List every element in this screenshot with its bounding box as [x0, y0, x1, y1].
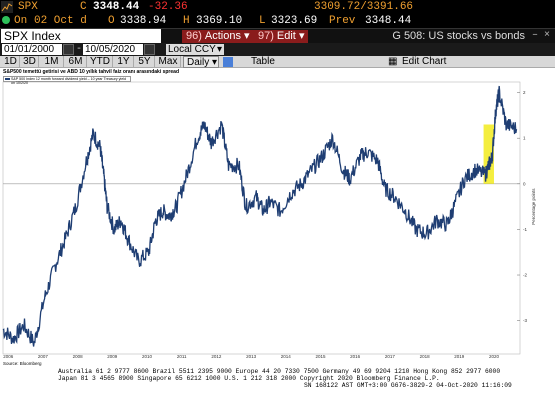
x-tick-label: 2015: [315, 354, 326, 359]
high-label: H: [183, 15, 190, 27]
on-label: On: [14, 15, 28, 27]
x-tick-label: 2011: [177, 354, 187, 359]
y-tick-label: -2: [523, 273, 527, 278]
x-tick-label: 2007: [38, 354, 49, 359]
table-button[interactable]: Table: [251, 56, 275, 68]
chart-legend: S&P 500 Index 12 month forward dividend …: [3, 76, 131, 85]
period-5y-button[interactable]: 5Y: [135, 56, 155, 68]
title-bar: SPX Index 96) Actions ▾ 97) Edit ▾ G 508: …: [0, 28, 555, 44]
ticker-label: SPX: [18, 1, 38, 13]
actions-number: 96): [186, 30, 202, 42]
calendar-icon[interactable]: [144, 44, 155, 55]
low-value: 3323.69: [271, 15, 318, 27]
chart-area: 2006 2007 2008 2009 2010 2011 2012 2013 2014 2015…: [0, 68, 555, 368]
x-tick-label: 2008: [73, 354, 84, 359]
x-tick-label: 2019: [454, 354, 465, 359]
chevron-down-icon: ▾: [298, 30, 305, 42]
x-tick-label: 2006: [3, 354, 14, 359]
quote-row-2: On 02 Oct d O 3338.94 H 3369.10 L 3323.6…: [0, 14, 555, 28]
currency-select[interactable]: Local CCY ▾: [166, 44, 224, 55]
close-label: C: [80, 1, 87, 13]
security-chart-icon[interactable]: [1, 1, 13, 13]
chevron-down-icon: ▾: [216, 44, 222, 55]
x-tick-label: 2009: [107, 354, 118, 359]
series-line: [2, 85, 518, 347]
x-tick-label: 2017: [385, 354, 396, 359]
actions-label: Actions: [204, 30, 241, 42]
legend-swatch: [5, 78, 10, 80]
open-value: 3338.94: [120, 15, 167, 27]
low-label: L: [259, 15, 266, 27]
x-tick-label: 2016: [350, 354, 361, 359]
prev-label: Prev: [329, 15, 356, 27]
terminal-window: SPX C 3348.44 -32.36 3309.72/3391.66 On …: [0, 0, 555, 400]
y-tick-label: 0: [523, 181, 526, 186]
range-dash: -: [76, 44, 83, 55]
actions-menu-button[interactable]: 96) Actions ▾: [182, 30, 254, 43]
line-chart: 2006 2007 2008 2009 2010 2011 2012 2013 2014 2015…: [2, 81, 536, 359]
period-1y-button[interactable]: 1Y: [114, 56, 134, 68]
period-1m-button[interactable]: 1M: [40, 56, 64, 68]
y-tick-label: -3: [523, 318, 527, 323]
y-tick-label: 2: [523, 90, 526, 95]
start-date-input[interactable]: 01/01/2000: [2, 44, 62, 55]
edit-chart-button[interactable]: Edit Chart: [402, 56, 446, 68]
status-led-icon: [2, 14, 12, 28]
period-3d-button[interactable]: 3D: [21, 56, 39, 68]
footer-line-3: SN 168122 AST GMT+3:00 G676-3829-2 04-Oc…: [304, 382, 512, 389]
chevron-down-icon: ▾: [244, 30, 250, 42]
close-icon[interactable]: ×: [541, 30, 553, 42]
date-range-row: 01/01/2000 - 10/05/2020 Local CCY ▾: [0, 43, 555, 56]
x-tick-label: 2012: [211, 354, 222, 359]
frequency-label: Daily: [187, 57, 210, 68]
currency-label: Local CCY: [168, 44, 216, 55]
y-axis-label: Percentage points: [531, 188, 536, 225]
prev-value: 3348.44: [365, 15, 412, 27]
chart-page-title: G 508: US stocks vs bonds: [392, 30, 525, 42]
minimize-icon[interactable]: –: [529, 30, 541, 42]
quote-date: 02 Oct d: [34, 15, 87, 27]
quote-row-1: SPX C 3348.44 -32.36 3309.72/3391.66: [0, 0, 555, 14]
y-tick-label: -1: [523, 227, 527, 232]
blue-toggle-icon[interactable]: [223, 57, 233, 67]
edit-chart-icon[interactable]: ▦: [388, 56, 397, 68]
x-tick-label: 2010: [142, 354, 153, 359]
calendar-icon[interactable]: [63, 44, 74, 55]
frequency-select[interactable]: Daily ▾: [183, 56, 219, 68]
edit-number: 97): [258, 30, 274, 42]
x-tick-label: 2014: [281, 354, 292, 359]
end-date-input[interactable]: 10/05/2020: [83, 44, 143, 55]
close-value: 3348.44: [93, 1, 140, 13]
source-label: Source: Bloomberg: [3, 361, 42, 366]
x-tick-label: 2018: [420, 354, 431, 359]
security-input[interactable]: SPX Index: [1, 29, 161, 44]
period-1d-button[interactable]: 1D: [2, 56, 20, 68]
chart-title: S&P500 temettü getirisi ve ABD 10 yıllık…: [3, 69, 179, 75]
x-tick-label: 2013: [246, 354, 257, 359]
x-tick-label: 2020: [489, 354, 500, 359]
period-max-button[interactable]: Max: [156, 56, 181, 68]
high-value: 3369.10: [196, 15, 243, 27]
edit-menu-button[interactable]: 97) Edit ▾: [254, 30, 309, 43]
footer: Australia 61 2 9777 8600 Brazil 5511 239…: [0, 368, 555, 400]
period-ytd-button[interactable]: YTD: [88, 56, 113, 68]
period-6m-button[interactable]: 6M: [65, 56, 87, 68]
period-toolbar: 1D 3D 1M 6M YTD 1Y 5Y Max Daily ▾ Table …: [0, 56, 555, 68]
edit-label: Edit: [276, 30, 296, 42]
day-range: 3309.72/3391.66: [314, 1, 414, 13]
change-value: -32.36: [148, 1, 188, 13]
y-tick-label: 1: [523, 136, 526, 141]
open-label: O: [108, 15, 115, 27]
